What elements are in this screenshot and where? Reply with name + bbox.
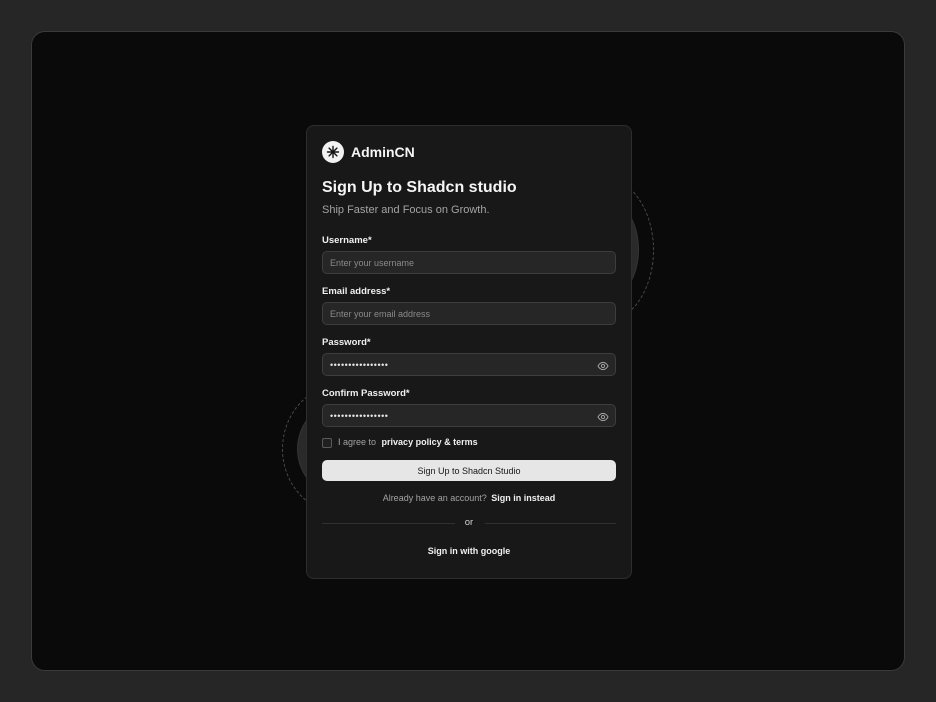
privacy-terms-link[interactable]: privacy policy & terms — [382, 437, 478, 447]
terms-checkbox[interactable] — [322, 438, 332, 448]
brand-name: AdminCN — [351, 144, 415, 160]
asterisk-icon — [322, 141, 344, 163]
email-input[interactable] — [322, 302, 616, 325]
username-label: Username* — [322, 235, 372, 246]
app-frame: AdminCN Sign Up to Shadcn studio Ship Fa… — [31, 31, 905, 671]
confirm-password-input[interactable] — [322, 404, 616, 427]
signup-card: AdminCN Sign Up to Shadcn studio Ship Fa… — [306, 125, 632, 579]
terms-text: I agree to privacy policy & terms — [338, 437, 478, 447]
eye-icon[interactable] — [597, 410, 609, 422]
form-title: Sign Up to Shadcn studio — [322, 179, 517, 196]
sign-in-link[interactable]: Sign in instead — [491, 493, 555, 503]
password-label: Password* — [322, 337, 371, 348]
email-label: Email address* — [322, 286, 391, 297]
username-input[interactable] — [322, 251, 616, 274]
divider-right — [485, 523, 616, 524]
agree-label: I agree to — [338, 437, 377, 447]
google-signin-button[interactable]: Sign in with google — [307, 546, 631, 556]
password-input[interactable] — [322, 353, 616, 376]
signup-button[interactable]: Sign Up to Shadcn Studio — [322, 460, 616, 481]
confirm-password-label: Confirm Password* — [322, 388, 410, 399]
eye-icon[interactable] — [597, 359, 609, 371]
have-account-text: Already have an account? — [382, 493, 487, 503]
signin-prompt: Already have an account? Sign in instead — [307, 493, 631, 503]
form-subtitle: Ship Faster and Focus on Growth. — [322, 204, 490, 216]
brand: AdminCN — [322, 141, 415, 163]
